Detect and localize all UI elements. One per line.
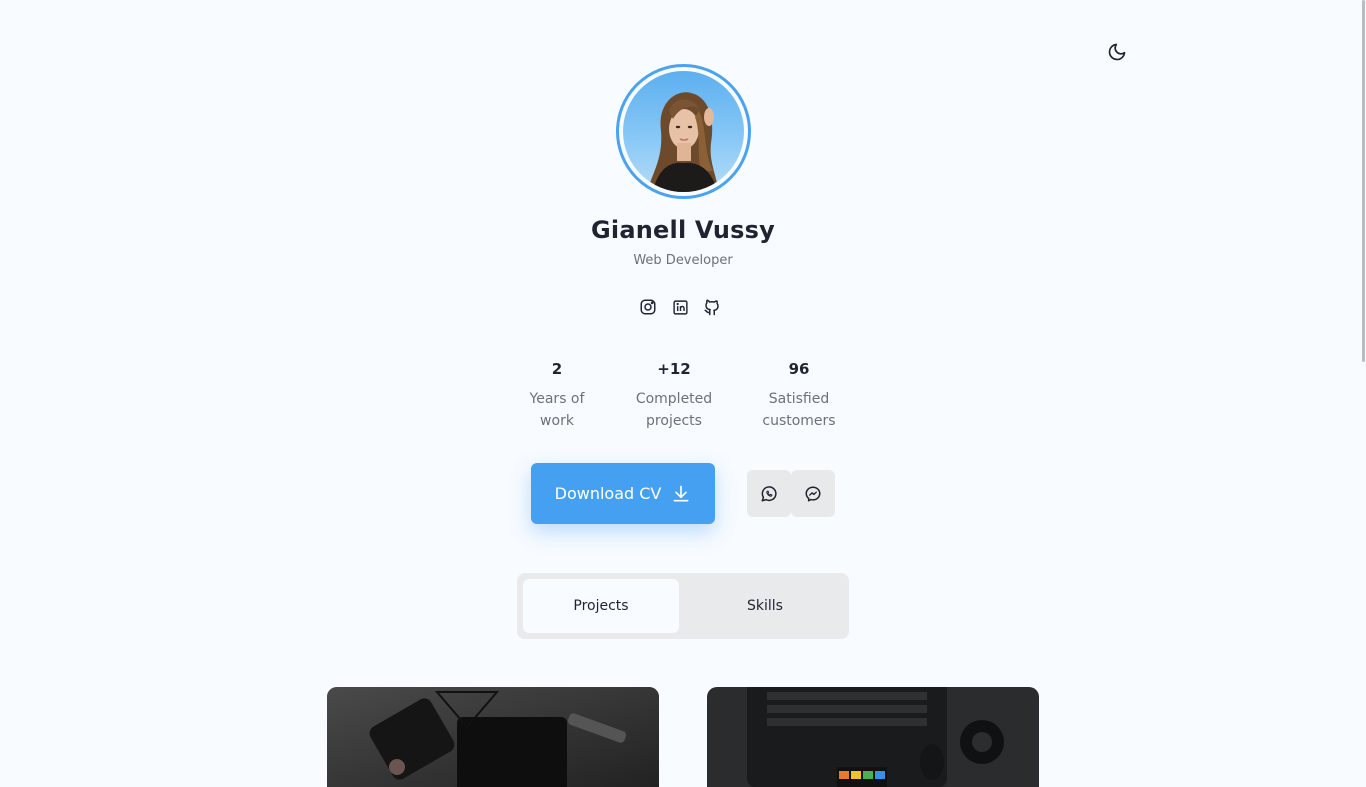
download-cv-button[interactable]: Download CV — [531, 463, 715, 524]
linkedin-link[interactable] — [670, 296, 690, 318]
stat-value: +12 — [657, 360, 691, 378]
avatar-photo — [647, 92, 719, 192]
github-link[interactable] — [702, 296, 722, 318]
scrollbar-thumb[interactable] — [1362, 0, 1365, 362]
theme-toggle-button[interactable] — [1104, 39, 1130, 65]
project-card[interactable] — [707, 687, 1039, 787]
stat-label: Completed projects — [619, 388, 729, 432]
stat-label: Years of work — [502, 388, 612, 432]
stat-years: 2 Years of work — [502, 360, 612, 432]
stat-label-line: Completed — [635, 391, 713, 407]
download-icon — [673, 485, 689, 501]
stat-label-line: Years of — [529, 391, 585, 407]
stat-label: Satisfied customers — [744, 388, 854, 432]
content-tabs: Projects Skills — [517, 573, 849, 639]
stat-label-line: work — [540, 413, 574, 429]
social-links — [638, 296, 722, 318]
moon-icon — [1108, 43, 1126, 61]
project-card[interactable] — [327, 687, 659, 787]
stat-customers: 96 Satisfied customers — [744, 360, 854, 432]
linkedin-icon — [672, 299, 688, 315]
whatsapp-icon — [761, 485, 777, 501]
stat-label-line: customers — [762, 413, 836, 429]
avatar-ring — [616, 64, 751, 199]
stat-projects: +12 Completed projects — [619, 360, 729, 432]
stats-row: 2 Years of work +12 Completed projects 9… — [0, 360, 1366, 440]
whatsapp-button[interactable] — [747, 470, 791, 517]
profile-name: Gianell Vussy — [591, 216, 775, 244]
download-cv-label: Download CV — [554, 484, 662, 503]
stat-label-line: projects — [646, 413, 702, 429]
instagram-link[interactable] — [638, 296, 658, 318]
avatar — [623, 71, 744, 192]
profile-role: Web Developer — [633, 253, 733, 268]
instagram-icon — [640, 299, 656, 315]
messenger-button[interactable] — [791, 470, 835, 517]
project-image — [327, 687, 659, 787]
stat-label-line: Satisfied — [768, 391, 830, 407]
messenger-icon — [805, 486, 821, 501]
github-icon — [704, 299, 719, 316]
tab-projects[interactable]: Projects — [523, 579, 679, 633]
project-image — [707, 687, 1039, 787]
tab-skills[interactable]: Skills — [687, 579, 843, 633]
stat-value: 96 — [788, 360, 810, 378]
stat-value: 2 — [551, 360, 563, 378]
